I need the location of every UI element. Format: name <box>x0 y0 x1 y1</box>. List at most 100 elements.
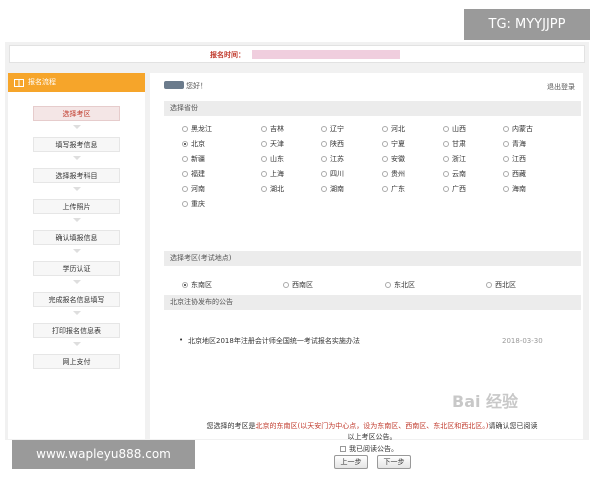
province-radio[interactable]: 新疆 <box>182 154 205 164</box>
district-confirm-text: 您选择的考区是北京的东南区(以天安门为中心点，设为东南区、西南区、东北区和西北区… <box>166 421 578 443</box>
step-item[interactable]: 完成报名信息填写 <box>33 292 120 307</box>
radio-button-icon[interactable] <box>321 186 327 192</box>
radio-button-icon[interactable] <box>443 126 449 132</box>
radio-button-icon[interactable] <box>261 186 267 192</box>
province-radio[interactable]: 四川 <box>321 169 344 179</box>
province-radio[interactable]: 重庆 <box>182 199 205 209</box>
radio-button-icon[interactable] <box>503 141 509 147</box>
radio-button-icon[interactable] <box>182 186 188 192</box>
province-radio[interactable]: 宁夏 <box>382 139 405 149</box>
province-label: 上海 <box>270 170 284 178</box>
radio-button-icon[interactable] <box>503 156 509 162</box>
read-confirm-checkbox[interactable] <box>340 446 346 452</box>
radio-button-icon[interactable] <box>261 171 267 177</box>
next-button[interactable]: 下一步 <box>377 455 411 469</box>
province-radio[interactable]: 湖南 <box>321 184 344 194</box>
district-radio[interactable]: 西北区 <box>486 280 516 290</box>
province-radio[interactable]: 北京 <box>182 139 205 149</box>
district-radio[interactable]: 东南区 <box>182 280 212 290</box>
province-radio[interactable]: 吉林 <box>261 124 284 134</box>
province-radio[interactable]: 黑龙江 <box>182 124 212 134</box>
province-radio[interactable]: 河南 <box>182 184 205 194</box>
step-item[interactable]: 选择考区 <box>33 106 120 121</box>
province-label: 宁夏 <box>391 140 405 148</box>
radio-button-icon[interactable] <box>382 141 388 147</box>
province-radio[interactable]: 浙江 <box>443 154 466 164</box>
province-radio[interactable]: 安徽 <box>382 154 405 164</box>
province-radio[interactable]: 上海 <box>261 169 284 179</box>
radio-button-icon[interactable] <box>261 156 267 162</box>
province-label: 甘肃 <box>452 140 466 148</box>
radio-button-icon[interactable] <box>321 126 327 132</box>
step-item[interactable]: 选择报考科目 <box>33 168 120 183</box>
book-icon <box>14 78 24 87</box>
province-label: 江苏 <box>330 155 344 163</box>
radio-button-icon[interactable] <box>443 171 449 177</box>
logout-link[interactable]: 退出登录 <box>547 82 575 92</box>
province-label: 广西 <box>452 185 466 193</box>
radio-button-icon[interactable] <box>261 141 267 147</box>
radio-button-icon[interactable] <box>182 201 188 207</box>
radio-button-icon[interactable] <box>443 141 449 147</box>
radio-button-icon[interactable] <box>385 282 391 288</box>
province-label: 辽宁 <box>330 125 344 133</box>
radio-button-icon[interactable] <box>283 282 289 288</box>
province-radio[interactable]: 江西 <box>503 154 526 164</box>
radio-button-icon[interactable] <box>486 282 492 288</box>
radio-button-icon[interactable] <box>382 156 388 162</box>
province-radio[interactable]: 云南 <box>443 169 466 179</box>
radio-button-icon[interactable] <box>182 126 188 132</box>
province-radio[interactable]: 贵州 <box>382 169 405 179</box>
district-label: 东北区 <box>394 281 415 289</box>
province-radio[interactable]: 内蒙古 <box>503 124 533 134</box>
notice-section-header: 北京注协发布的公告 <box>164 295 581 310</box>
step-item[interactable]: 网上支付 <box>33 354 120 369</box>
province-radio[interactable]: 甘肃 <box>443 139 466 149</box>
notice-link[interactable]: 北京地区2018年注册会计师全国统一考试报名实施办法 <box>188 336 360 346</box>
radio-button-icon[interactable] <box>182 156 188 162</box>
radio-button-icon[interactable] <box>443 186 449 192</box>
radio-button-icon[interactable] <box>182 282 188 288</box>
radio-button-icon[interactable] <box>503 186 509 192</box>
radio-button-icon[interactable] <box>382 171 388 177</box>
step-item[interactable]: 上传照片 <box>33 199 120 214</box>
province-radio[interactable]: 陕西 <box>321 139 344 149</box>
province-radio[interactable]: 江苏 <box>321 154 344 164</box>
step-item[interactable]: 确认填报信息 <box>33 230 120 245</box>
radio-button-icon[interactable] <box>503 126 509 132</box>
province-radio[interactable]: 辽宁 <box>321 124 344 134</box>
step-item[interactable]: 填写报考信息 <box>33 137 120 152</box>
radio-button-icon[interactable] <box>503 171 509 177</box>
radio-button-icon[interactable] <box>261 126 267 132</box>
prev-button[interactable]: 上一步 <box>334 455 368 469</box>
sidebar: 报名流程 选择考区 填写报考信息 选择报考科目 上传照片 确认填报信息 学历认证 完成报名信… <box>8 73 145 439</box>
radio-button-icon[interactable] <box>182 141 188 147</box>
radio-button-icon[interactable] <box>321 141 327 147</box>
province-radio[interactable]: 广东 <box>382 184 405 194</box>
province-radio[interactable]: 湖北 <box>261 184 284 194</box>
province-radio[interactable]: 山东 <box>261 154 284 164</box>
radio-button-icon[interactable] <box>382 186 388 192</box>
radio-button-icon[interactable] <box>443 156 449 162</box>
radio-button-icon[interactable] <box>321 171 327 177</box>
district-radio[interactable]: 东北区 <box>385 280 415 290</box>
step-item[interactable]: 打印报名信息表 <box>33 323 120 338</box>
greeting-text: 您好！ <box>186 82 207 90</box>
page-frame: 报名时间： 报名流程 选择考区 填写报考信息 选择报考科目 上传照片 确认填报信息 学历认… <box>5 42 589 469</box>
province-radio[interactable]: 山西 <box>443 124 466 134</box>
province-section-header: 选择省份 <box>164 101 581 116</box>
province-label: 天津 <box>270 140 284 148</box>
province-radio[interactable]: 西藏 <box>503 169 526 179</box>
district-radio[interactable]: 西南区 <box>283 280 313 290</box>
province-radio[interactable]: 河北 <box>382 124 405 134</box>
radio-button-icon[interactable] <box>382 126 388 132</box>
province-radio[interactable]: 福建 <box>182 169 205 179</box>
province-radio[interactable]: 海南 <box>503 184 526 194</box>
province-radio[interactable]: 青海 <box>503 139 526 149</box>
province-radio[interactable]: 天津 <box>261 139 284 149</box>
province-radio[interactable]: 广西 <box>443 184 466 194</box>
province-label: 新疆 <box>191 155 205 163</box>
radio-button-icon[interactable] <box>321 156 327 162</box>
step-item[interactable]: 学历认证 <box>33 261 120 276</box>
radio-button-icon[interactable] <box>182 171 188 177</box>
